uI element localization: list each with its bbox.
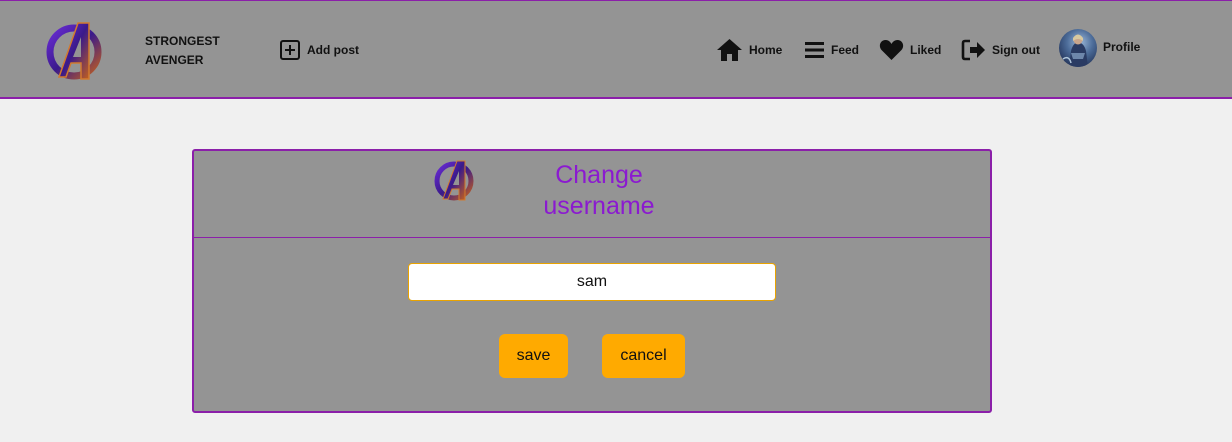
- nav-home[interactable]: Home: [716, 38, 782, 62]
- nav-home-label: Home: [749, 43, 783, 57]
- nav-profile-label: Profile: [1103, 40, 1141, 54]
- add-post-icon: [280, 40, 300, 60]
- nav-liked[interactable]: Liked: [879, 38, 941, 62]
- nav-profile[interactable]: Profile: [1097, 35, 1140, 59]
- avatar[interactable]: [1059, 29, 1097, 67]
- nav-liked-label: Liked: [910, 43, 942, 57]
- sign-out-icon: [961, 39, 985, 61]
- nav-sign-out[interactable]: Sign out: [961, 38, 1040, 62]
- nav-sign-out-label: Sign out: [992, 43, 1040, 57]
- heart-icon: [879, 40, 904, 60]
- dialog-header: Change username: [194, 151, 990, 238]
- top-navbar: STRONGEST AVENGER Add post Home Feed Lik…: [0, 0, 1232, 99]
- nav-add-post-label: Add post: [307, 43, 359, 57]
- username-input[interactable]: [408, 263, 776, 301]
- nav-add-post[interactable]: Add post: [279, 38, 359, 62]
- cancel-button[interactable]: cancel: [602, 334, 685, 378]
- save-button[interactable]: save: [499, 334, 568, 378]
- avengers-logo-icon: [431, 159, 477, 201]
- profile-avatar-image: [1062, 34, 1088, 67]
- brand-name: STRONGEST AVENGER: [145, 34, 220, 67]
- nav-feed[interactable]: Feed: [804, 38, 859, 62]
- nav-feed-label: Feed: [831, 43, 860, 57]
- dialog-title: Change username: [543, 161, 655, 220]
- menu-lines-icon: [805, 42, 824, 58]
- change-username-dialog: Change username save cancel: [192, 149, 992, 413]
- avengers-logo-icon[interactable]: [45, 19, 103, 81]
- home-icon: [717, 39, 742, 61]
